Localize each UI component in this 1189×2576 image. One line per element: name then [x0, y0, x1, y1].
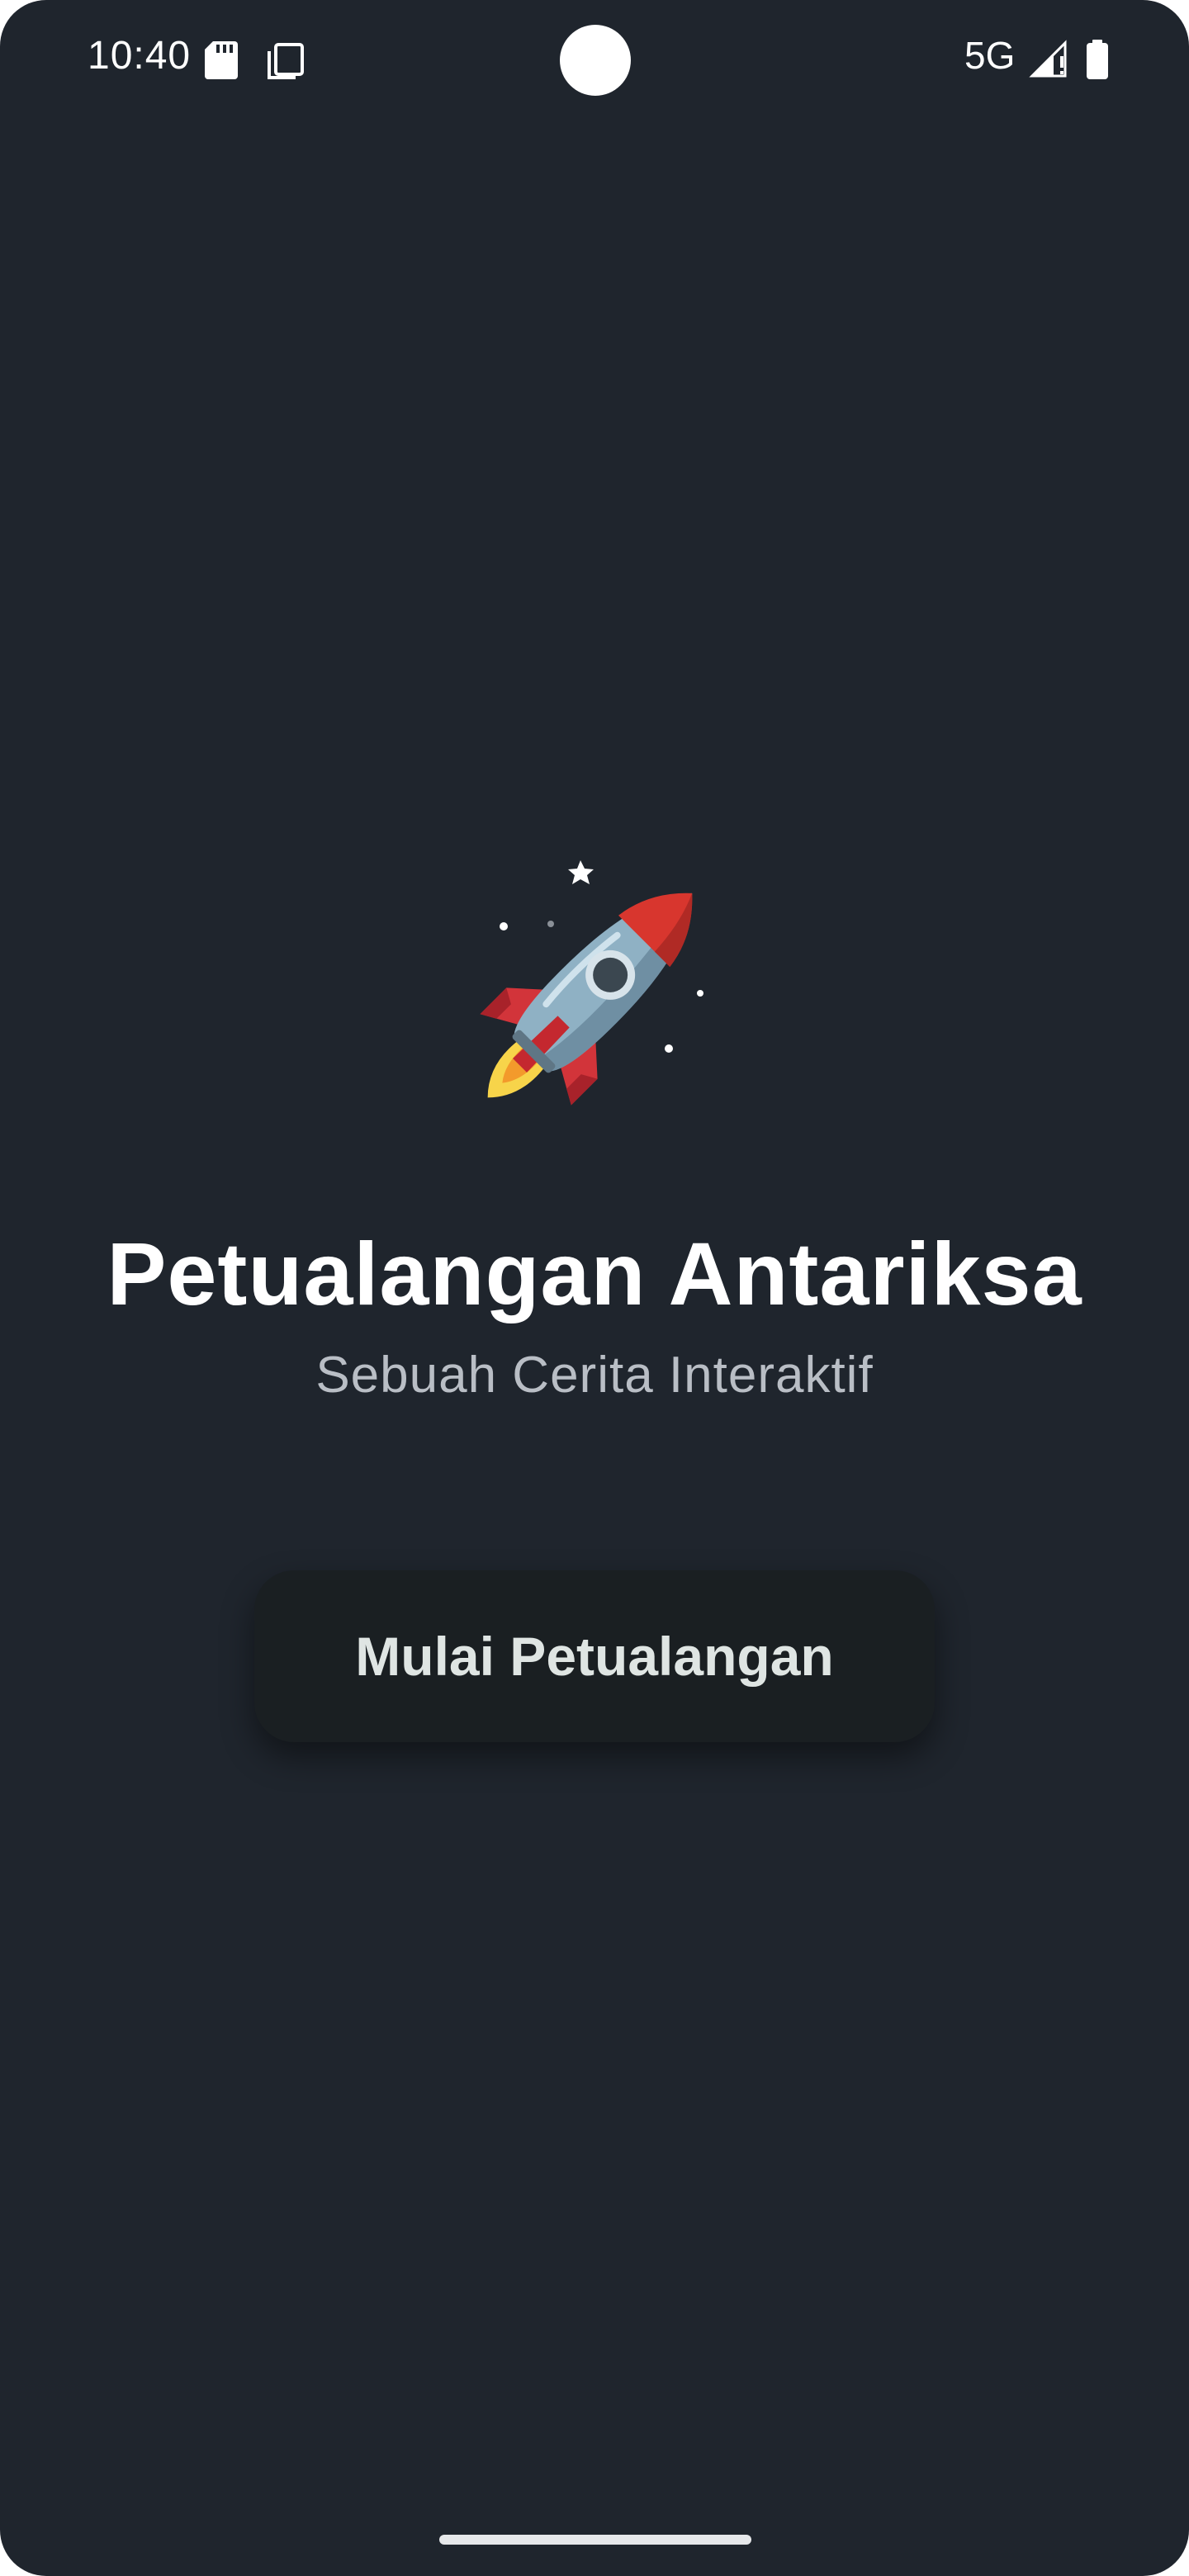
status-bar: 10:40 5G — [0, 0, 1189, 116]
battery-icon — [1087, 40, 1108, 79]
signal-icon — [1029, 40, 1067, 78]
rocket-icon — [480, 860, 703, 1106]
screenshot-icon — [268, 43, 304, 79]
story-title: Petualangan Antariksa — [107, 1224, 1082, 1324]
network-type: 5G — [964, 34, 1016, 77]
app-screen: 10:40 5G Petualangan Antariksa Sebuah Ce… — [0, 0, 1189, 2576]
status-time: 10:40 — [88, 34, 192, 78]
home-indicator[interactable] — [439, 2535, 751, 2545]
story-subtitle: Sebuah Cerita Interaktif — [315, 1347, 874, 1404]
start-adventure-button[interactable]: Mulai Petualangan — [254, 1570, 935, 1742]
sd-card-icon — [205, 41, 238, 79]
camera-cutout — [560, 25, 631, 96]
